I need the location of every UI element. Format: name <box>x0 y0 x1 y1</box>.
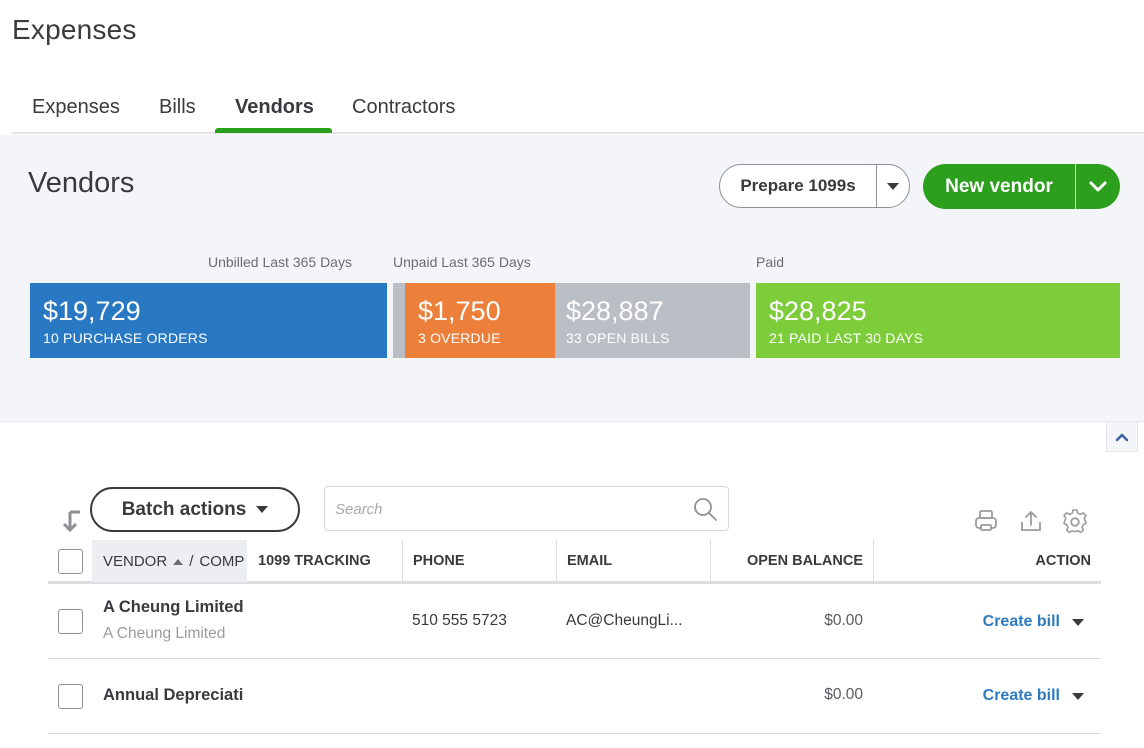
purchase-orders-bar[interactable]: $19,729 10 PURCHASE ORDERS <box>30 283 387 358</box>
section-title: Vendors <box>28 167 135 199</box>
action-dropdown-icon[interactable] <box>1072 619 1084 626</box>
search-icon[interactable] <box>692 496 718 522</box>
chevron-up-icon <box>1115 433 1129 441</box>
export-icon[interactable] <box>1018 508 1044 534</box>
sort-ascending-icon <box>173 553 184 570</box>
table-row[interactable]: Annual Depreciati $0.00 Create bill <box>48 659 1101 734</box>
paid-bar[interactable]: $28,825 21 PAID LAST 30 DAYS <box>756 283 1120 358</box>
vendor-name[interactable]: Annual Depreciati <box>103 686 243 705</box>
settings-gear-icon[interactable] <box>1062 508 1088 534</box>
tab-bar: Expenses Bills Vendors Contractors <box>12 88 1144 134</box>
column-header-email[interactable]: EMAIL <box>556 540 711 582</box>
button-divider <box>1075 164 1076 209</box>
tab-bills[interactable]: Bills <box>159 96 196 119</box>
vendor-summary-panel: Vendors Prepare 1099s New vendor Unbille… <box>0 135 1144 422</box>
vendor-open-balance: $0.00 <box>824 612 863 629</box>
vendor-header-label: VENDOR <box>103 552 168 570</box>
vendor-open-balance: $0.00 <box>824 686 863 703</box>
new-vendor-button[interactable]: New vendor <box>923 164 1120 209</box>
company-header-label: COMP <box>199 552 245 570</box>
overdue-amount: $1,750 <box>418 296 501 326</box>
collapse-summary-button[interactable] <box>1106 422 1138 452</box>
column-header-vendor[interactable]: VENDOR / COMP <box>92 540 247 582</box>
search-box[interactable] <box>324 486 729 531</box>
prepare-1099s-dropdown[interactable] <box>877 182 909 190</box>
tab-contractors[interactable]: Contractors <box>352 96 455 119</box>
paid-label: Paid <box>756 254 785 270</box>
tab-vendors[interactable]: Vendors <box>235 96 314 119</box>
caret-down-icon <box>887 182 899 190</box>
vendor-email: AC@CheungLi... <box>566 612 683 629</box>
vendors-table: VENDOR / COMP 1099 TRACKING PHONE EMAIL … <box>48 540 1101 734</box>
row-checkbox[interactable] <box>58 609 83 634</box>
active-tab-indicator <box>215 128 332 133</box>
select-all-checkbox[interactable] <box>58 548 83 574</box>
column-header-1099-tracking[interactable]: 1099 TRACKING <box>258 540 402 582</box>
create-bill-link[interactable]: Create bill <box>983 613 1060 631</box>
caret-down-icon <box>256 506 269 513</box>
batch-actions-button[interactable]: Batch actions <box>90 487 300 532</box>
print-icon[interactable] <box>973 508 999 534</box>
row-checkbox[interactable] <box>58 684 83 709</box>
prepare-1099s-button[interactable]: Prepare 1099s <box>719 164 910 208</box>
column-header-phone[interactable]: PHONE <box>402 540 557 582</box>
unpaid-label: Unpaid Last 365 Days <box>393 254 531 270</box>
open-bills-count: 33 OPEN BILLS <box>566 330 670 346</box>
vendor-company: A Cheung Limited <box>103 625 226 642</box>
overdue-bar[interactable]: $1,750 3 OVERDUE <box>405 283 555 358</box>
batch-select-arrow-icon <box>62 510 80 533</box>
table-header: VENDOR / COMP 1099 TRACKING PHONE EMAIL … <box>48 540 1101 584</box>
header-separator: / <box>189 552 194 570</box>
purchase-orders-amount: $19,729 <box>43 296 141 326</box>
column-header-open-balance[interactable]: OPEN BALANCE <box>710 540 874 582</box>
purchase-orders-count: 10 PURCHASE ORDERS <box>43 330 208 346</box>
action-dropdown-icon[interactable] <box>1072 693 1084 700</box>
open-bills-bar[interactable]: $28,887 33 OPEN BILLS <box>555 283 750 358</box>
open-bills-amount: $28,887 <box>566 296 664 326</box>
overdue-count: 3 OVERDUE <box>418 330 501 346</box>
unpaid-bar-edge <box>393 283 405 358</box>
page-title: Expenses <box>12 14 137 45</box>
new-vendor-dropdown[interactable] <box>1076 181 1120 193</box>
search-input[interactable] <box>335 497 675 521</box>
new-vendor-label[interactable]: New vendor <box>923 176 1075 198</box>
vendor-name[interactable]: A Cheung Limited <box>103 598 244 617</box>
table-row[interactable]: A Cheung Limited A Cheung Limited 510 55… <box>48 584 1101 659</box>
select-all-cell <box>58 540 92 582</box>
column-header-action: ACTION <box>873 540 1101 582</box>
chevron-down-icon <box>1089 181 1107 191</box>
vendor-phone: 510 555 5723 <box>412 612 507 629</box>
batch-actions-label: Batch actions <box>121 498 247 520</box>
unbilled-label: Unbilled Last 365 Days <box>208 254 352 270</box>
paid-amount: $28,825 <box>769 296 867 326</box>
tab-expenses[interactable]: Expenses <box>32 96 120 119</box>
prepare-1099s-label[interactable]: Prepare 1099s <box>720 176 876 196</box>
create-bill-link[interactable]: Create bill <box>983 687 1060 705</box>
paid-count: 21 PAID LAST 30 DAYS <box>769 330 924 346</box>
